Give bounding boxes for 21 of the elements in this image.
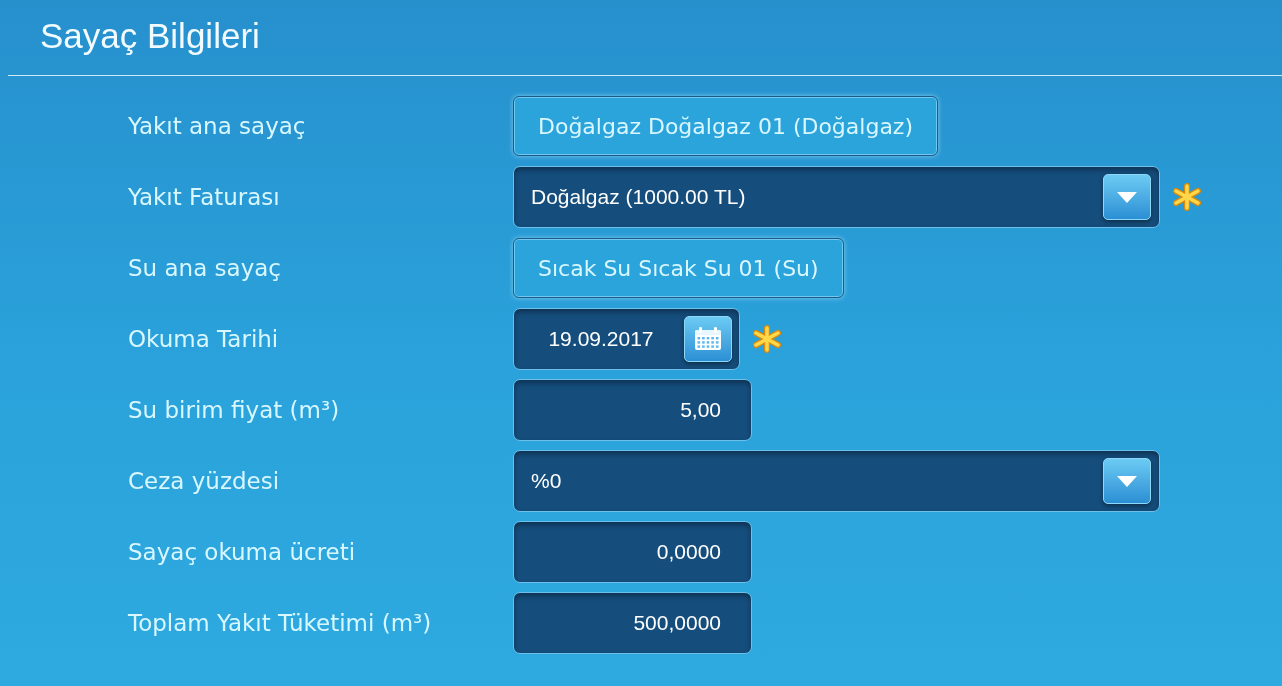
field-label: Su birim fiyat (m³) [128,395,341,425]
field-label: Yakıt ana sayaç [128,111,307,141]
field-label: Sayaç okuma ücreti [128,537,357,567]
field-label: Toplam Yakıt Tüketimi (m³) [128,608,433,638]
field-label: Okuma Tarihi [128,324,280,354]
caret-down-icon [1117,191,1137,203]
number-field[interactable]: 500,0000 [513,592,752,654]
dropdown-field[interactable]: %0 [513,450,1160,512]
dropdown-button[interactable] [1103,174,1151,220]
calendar-icon [694,327,722,351]
number-field[interactable]: 5,00 [513,379,752,441]
field-label: Su ana sayaç [128,253,282,283]
calendar-button[interactable] [684,316,732,362]
date-field[interactable]: 19.09.2017 [513,308,740,370]
page-title: Sayaç Bilgileri [40,18,260,57]
field-label: Ceza yüzdesi [128,466,281,496]
dropdown-field[interactable]: Doğalgaz (1000.00 TL) [513,166,1160,228]
field-label: Yakıt Faturası [128,182,281,212]
number-field[interactable]: 0,0000 [513,521,752,583]
dropdown-button[interactable] [1103,458,1151,504]
caret-down-icon [1117,475,1137,487]
